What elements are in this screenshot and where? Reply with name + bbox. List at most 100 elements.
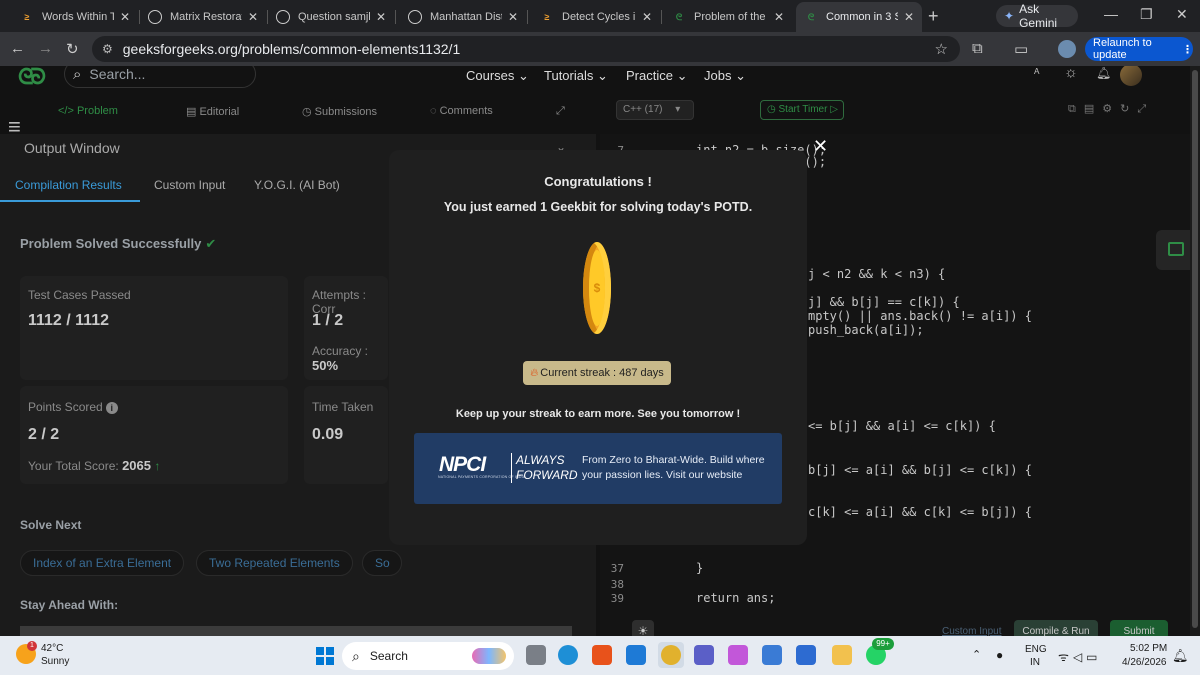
code-line[interactable]: return ans;	[696, 591, 775, 605]
active-tab-underline	[0, 200, 140, 202]
close-tab-icon[interactable]: ✕	[248, 10, 258, 24]
user-avatar[interactable]	[1120, 66, 1142, 86]
weather-temp[interactable]: 42°C	[41, 643, 63, 654]
submit-button[interactable]: Submit	[1110, 620, 1168, 636]
ask-gemini-button[interactable]: ✦ Ask Gemini	[996, 2, 1078, 30]
tab-problem[interactable]: </> Problem	[58, 105, 118, 117]
suggestion-chip[interactable]: Two Repeated Elements	[196, 550, 353, 576]
browser-tab[interactable]: Question samjhao ✕	[268, 4, 394, 30]
code-line[interactable]: b[j] <= a[i] && b[j] <= c[k]) {	[808, 463, 1032, 477]
site-info-icon[interactable]: ⚙	[102, 42, 113, 56]
close-window-icon[interactable]: ✕	[1176, 6, 1188, 23]
code-line[interactable]: j < n2 && k < n3) {	[808, 267, 945, 281]
language-select[interactable]: C++ (17) ▾	[616, 100, 694, 120]
tab-comments[interactable]: ◌ Comments	[430, 105, 493, 117]
close-tab-icon[interactable]: ✕	[508, 10, 518, 24]
copilot-icon[interactable]	[728, 645, 748, 665]
browser-tab-active[interactable]: ᘓ Common in 3 Sort ✕	[796, 2, 922, 32]
address-bar[interactable]: ⚙ geeksforgeeks.org/problems/common-elem…	[92, 36, 960, 62]
search-highlight-image	[472, 648, 506, 664]
page-scrollbar-thumb[interactable]	[1192, 70, 1198, 628]
close-modal-icon[interactable]: ✕	[813, 136, 828, 157]
browser-tab[interactable]: ᘓ Problem of the Da ✕	[664, 4, 792, 30]
bookmark-star-icon[interactable]: ☆	[935, 40, 948, 58]
edge-icon[interactable]	[558, 645, 578, 665]
windows-start-icon[interactable]	[316, 647, 334, 665]
stay-ahead-heading: Stay Ahead With:	[20, 598, 119, 612]
close-tab-icon[interactable]: ✕	[774, 10, 784, 24]
restore-window-icon[interactable]: ❐	[1140, 6, 1153, 23]
vscode-icon[interactable]	[626, 645, 646, 665]
compile-run-button[interactable]: Compile & Run	[1014, 620, 1098, 636]
clock-time[interactable]: 5:02 PM	[1130, 643, 1167, 654]
nav-practice[interactable]: Practice ⌄	[626, 68, 687, 84]
code-line[interactable]: <= b[j] && a[i] <= c[k]) {	[808, 419, 996, 433]
hamburger-menu-icon[interactable]: ≡	[8, 114, 21, 140]
tab-editorial[interactable]: ▤ Editorial	[186, 105, 239, 118]
editor-actions[interactable]: ⧉▤⚙↻⤢	[1068, 102, 1154, 116]
reload-icon[interactable]: ↻	[66, 40, 79, 58]
npci-ad-banner[interactable]: NPCI NATIONAL PAYMENTS CORPORATION OF IN…	[414, 433, 782, 504]
browser-tab[interactable]: Matrix Restoration ✕	[140, 4, 266, 30]
site-search-input[interactable]: ⌕ Search...	[64, 66, 256, 88]
region-indicator[interactable]: IN	[1030, 657, 1040, 668]
tray-overflow-icon[interactable]: ⌃	[972, 648, 981, 661]
extensions-icon[interactable]: ⧉	[972, 40, 983, 57]
tray-app-icon[interactable]: ●	[996, 648, 1007, 662]
nav-jobs[interactable]: Jobs ⌄	[704, 68, 746, 84]
language-indicator[interactable]: ENG	[1025, 644, 1047, 655]
code-line[interactable]: j] && b[j] == c[k]) {	[808, 295, 960, 309]
tab-custom-input[interactable]: Custom Input	[154, 178, 225, 192]
browser-tab[interactable]: Manhattan Distanc ✕	[400, 4, 526, 30]
tab-title: Manhattan Distanc	[430, 11, 502, 23]
points-card: Points Scored i 2 / 2 Your Total Score: 2…	[20, 386, 288, 484]
suggestion-chip[interactable]: So	[362, 550, 402, 576]
chrome-icon[interactable]	[661, 645, 681, 665]
profile-avatar[interactable]	[1058, 40, 1076, 58]
editor-app-icon[interactable]	[796, 645, 816, 665]
expand-icon[interactable]: ⤢	[556, 105, 565, 118]
notification-bell-icon[interactable]: 🔔︎	[1096, 66, 1111, 80]
start-timer-button[interactable]: ◷ Start Timer ▷	[760, 100, 844, 120]
new-tab-button[interactable]: +	[928, 6, 939, 27]
close-tab-icon[interactable]: ✕	[904, 10, 914, 24]
nav-courses[interactable]: Courses ⌄	[466, 68, 529, 84]
code-line[interactable]: c[k] <= a[i] && c[k] <= b[j]) {	[808, 505, 1032, 519]
weather-condition[interactable]: Sunny	[41, 656, 69, 667]
taskbar-search[interactable]: ⌕ Search	[342, 642, 514, 670]
relaunch-to-update-button[interactable]: Relaunch to update ⋮	[1085, 37, 1193, 61]
teams-icon[interactable]	[694, 645, 714, 665]
browser-tab[interactable]: ≥ Detect Cycles in 2 ✕	[532, 4, 660, 30]
theme-toggle-icon[interactable]: ☼	[1064, 66, 1078, 81]
code-line[interactable]: mpty() || ans.back() != a[i]) {	[808, 309, 1032, 323]
tab-compilation-results[interactable]: Compilation Results	[15, 178, 122, 192]
forward-icon[interactable]: →	[38, 40, 53, 57]
nav-tutorials[interactable]: Tutorials ⌄	[544, 68, 608, 84]
wifi-speaker-battery-icons[interactable]: ᯤ◁▭	[1058, 648, 1102, 665]
translate-icon[interactable]: ᴬ	[1034, 66, 1039, 80]
more-menu-icon[interactable]: ⋮	[1182, 43, 1193, 56]
cast-icon[interactable]: ▭	[1014, 40, 1028, 58]
code-line[interactable]: }	[696, 561, 703, 575]
clock-date[interactable]: 4/26/2026	[1122, 657, 1167, 668]
task-view-icon[interactable]	[526, 645, 546, 665]
close-tab-icon[interactable]: ✕	[376, 10, 386, 24]
tab-yogi-ai-bot[interactable]: Y.O.G.I. (AI Bot)	[254, 178, 340, 192]
close-tab-icon[interactable]: ✕	[120, 10, 130, 24]
minimize-icon[interactable]: —	[1104, 6, 1118, 22]
file-explorer-icon[interactable]	[832, 645, 852, 665]
close-tab-icon[interactable]: ✕	[642, 10, 652, 24]
store-icon[interactable]	[762, 645, 782, 665]
tab-submissions[interactable]: ◷ Submissions	[302, 105, 377, 118]
brave-icon[interactable]	[592, 645, 612, 665]
weather-badge: 1	[27, 641, 37, 651]
suggestion-chip[interactable]: Index of an Extra Element	[20, 550, 185, 576]
notification-bell-icon[interactable]: 🔔︎	[1172, 648, 1193, 664]
custom-input-link[interactable]: Custom Input	[942, 626, 1001, 636]
info-icon[interactable]: i	[105, 402, 118, 414]
code-line[interactable]: push_back(a[i]);	[808, 323, 924, 337]
browser-tab[interactable]: ≥ Words Within Two ✕	[12, 4, 138, 30]
back-icon[interactable]: ←	[10, 40, 25, 57]
gfg-logo-icon[interactable]: ᘓᘐ	[18, 66, 46, 90]
hint-bulb-icon[interactable]: ☀	[632, 620, 654, 636]
